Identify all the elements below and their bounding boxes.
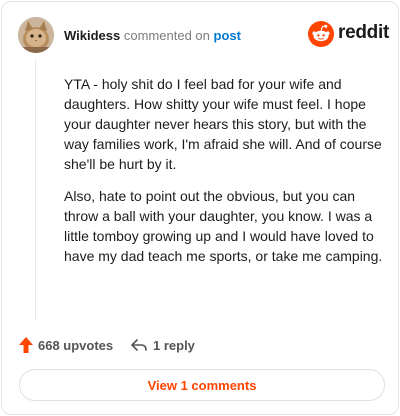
comment-header: Wikidess commented on post reddit (18, 17, 389, 57)
reddit-logo[interactable]: reddit (308, 21, 389, 47)
user-avatar[interactable] (18, 17, 54, 53)
username[interactable]: Wikidess (64, 28, 120, 43)
comment-card: Wikidess commented on post reddit YTA - … (1, 1, 399, 415)
reply-arrow-icon (131, 339, 147, 351)
upvote-arrow-icon (19, 337, 33, 353)
comment-actions: 668 upvotes 1 reply (18, 335, 378, 355)
reddit-snoo-icon (308, 21, 334, 47)
reply-count: 1 reply (153, 337, 195, 353)
cat-avatar-icon (18, 17, 54, 53)
comment-paragraph: YTA - holy shit do I feel bad for your w… (64, 76, 382, 172)
comment-paragraph: Also, hate to point out the obvious, but… (64, 188, 383, 264)
commented-text: commented on (123, 28, 210, 43)
byline: Wikidess commented on post (64, 28, 241, 44)
upvote-count: 668 upvotes (38, 337, 114, 353)
post-link[interactable]: post (214, 28, 241, 43)
thread-line[interactable] (35, 60, 36, 320)
reply-button[interactable]: 1 reply (130, 335, 195, 355)
view-comments-button[interactable]: View 1 comments (19, 369, 385, 401)
upvote-button[interactable]: 668 upvotes (18, 335, 113, 355)
comment-body: YTA - holy shit do I feel bad for your w… (64, 74, 386, 278)
reddit-wordmark: reddit (338, 22, 389, 43)
